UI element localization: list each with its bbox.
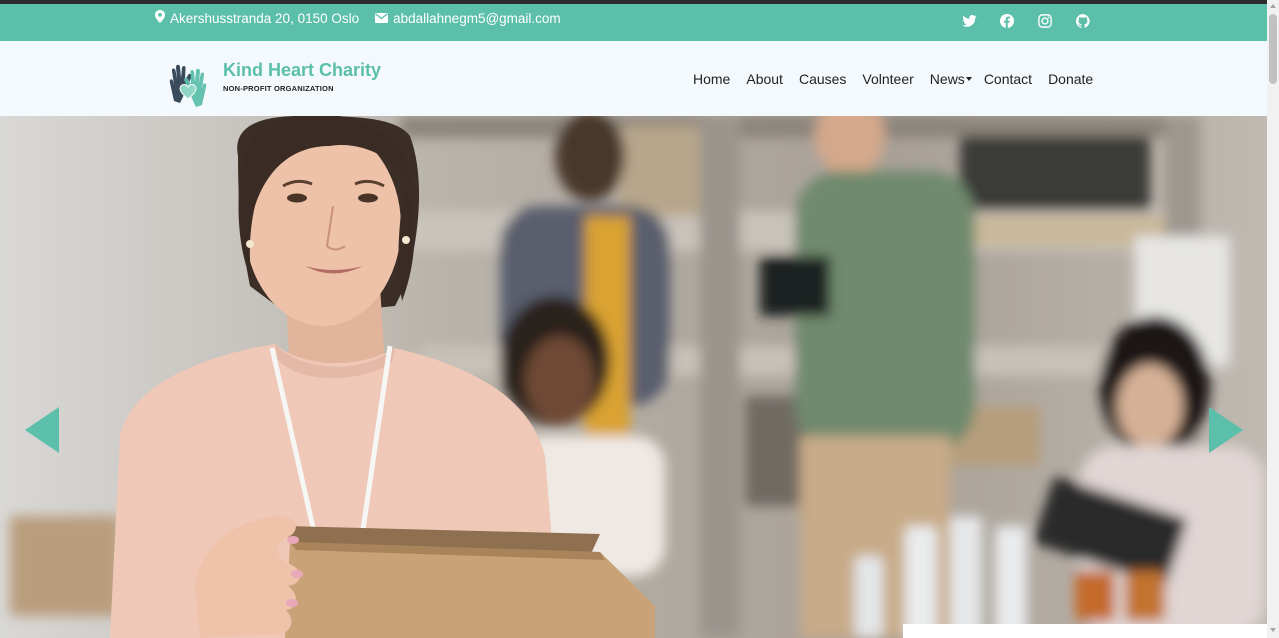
carousel-next-button[interactable] xyxy=(1209,407,1243,453)
nav-about[interactable]: About xyxy=(746,71,783,87)
email-item[interactable]: abdallahnegm5@gmail.com xyxy=(375,11,561,26)
email-text[interactable]: abdallahnegm5@gmail.com xyxy=(393,11,561,26)
main-menu: Home About Causes Volnteer News Contact … xyxy=(693,71,1093,87)
brand-name[interactable]: Kind Heart Charity xyxy=(223,60,381,81)
map-marker-icon xyxy=(155,10,165,26)
twitter-icon[interactable] xyxy=(960,12,978,30)
nav-contact[interactable]: Contact xyxy=(984,71,1032,87)
facebook-icon[interactable] xyxy=(998,12,1016,30)
nav-donate[interactable]: Donate xyxy=(1048,71,1093,87)
caret-down-icon xyxy=(965,77,972,81)
nav-volunteer[interactable]: Volnteer xyxy=(862,71,913,87)
scroll-down-arrow-icon[interactable] xyxy=(1270,628,1276,632)
github-icon[interactable] xyxy=(1074,12,1092,30)
contact-info: Akershusstranda 20, 0150 Oslo abdallahne… xyxy=(155,10,561,26)
scroll-up-arrow-icon[interactable] xyxy=(1270,4,1276,8)
social-links xyxy=(960,12,1092,30)
page: Akershusstranda 20, 0150 Oslo abdallahne… xyxy=(0,0,1279,638)
brand-tagline: NON-PROFIT ORGANIZATION xyxy=(223,84,334,93)
address-text: Akershusstranda 20, 0150 Oslo xyxy=(170,10,360,26)
hero-bottom-card-edge xyxy=(903,624,1267,638)
address-item: Akershusstranda 20, 0150 Oslo xyxy=(155,10,359,26)
main-navbar: Kind Heart Charity NON-PROFIT ORGANIZATI… xyxy=(0,41,1267,116)
logo-hands-heart-icon[interactable] xyxy=(162,57,214,109)
scrollbar-thumb[interactable] xyxy=(1269,14,1277,84)
nav-home[interactable]: Home xyxy=(693,71,730,87)
chevron-right-icon xyxy=(1209,407,1243,453)
vertical-scrollbar[interactable] xyxy=(1267,0,1279,638)
envelope-icon xyxy=(375,11,389,26)
nav-news-label: News xyxy=(929,71,965,87)
hero-carousel xyxy=(0,116,1267,638)
nav-causes[interactable]: Causes xyxy=(799,71,846,87)
instagram-icon[interactable] xyxy=(1036,12,1054,30)
chevron-left-icon xyxy=(25,407,59,453)
top-contact-bar: Akershusstranda 20, 0150 Oslo abdallahne… xyxy=(0,0,1267,41)
carousel-prev-button[interactable] xyxy=(25,407,59,453)
nav-news-dropdown[interactable]: News xyxy=(930,71,972,87)
hero-photo xyxy=(0,116,1267,638)
